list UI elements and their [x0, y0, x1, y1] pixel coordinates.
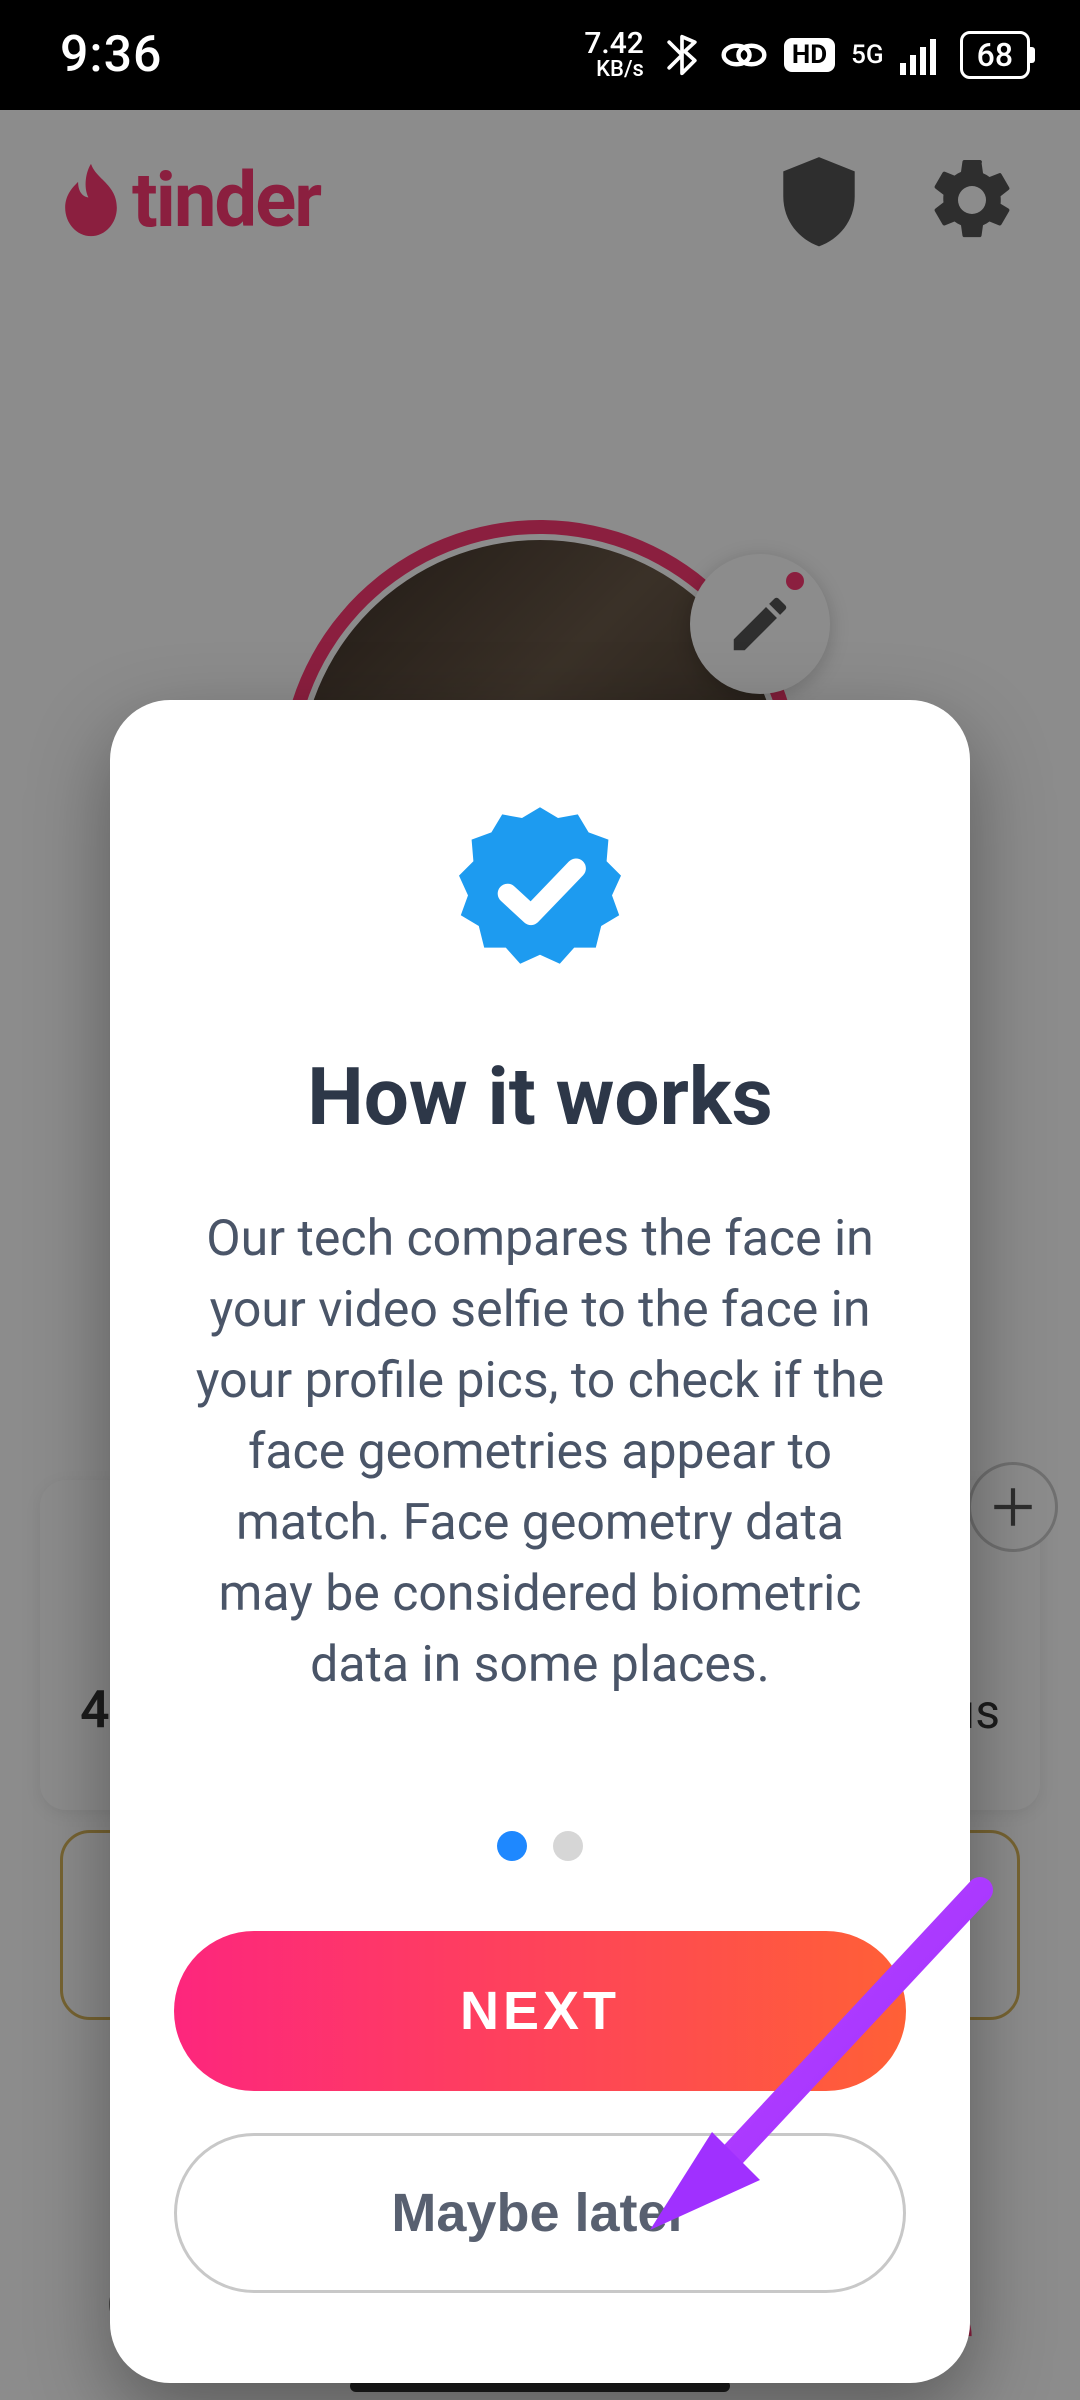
network-type: 5G — [851, 42, 884, 68]
dot-icon — [553, 1831, 583, 1861]
verification-modal: How it works Our tech compares the face … — [110, 700, 970, 2383]
modal-title: How it works — [174, 1050, 906, 1144]
bluetooth-icon — [660, 33, 704, 77]
maybe-later-button[interactable]: Maybe later — [174, 2133, 906, 2293]
status-time: 9:36 — [60, 26, 162, 84]
data-rate: 7.42 KB/s — [584, 29, 644, 81]
battery-indicator: 68 — [960, 31, 1030, 79]
modal-body: Our tech compares the face in your video… — [174, 1204, 906, 1701]
link-icon — [720, 33, 768, 77]
hd-badge: HD — [784, 38, 835, 72]
verified-badge-icon — [450, 800, 630, 980]
modal-pager-dots — [174, 1831, 906, 1861]
status-bar: 9:36 7.42 KB/s HD 5G 68 — [0, 0, 1080, 110]
next-button[interactable]: NEXT — [174, 1931, 906, 2091]
dot-icon — [497, 1831, 527, 1861]
screen: tinder 4 — [0, 0, 1080, 2400]
signal-icon — [900, 35, 944, 75]
status-right: 7.42 KB/s HD 5G 68 — [584, 29, 1030, 81]
